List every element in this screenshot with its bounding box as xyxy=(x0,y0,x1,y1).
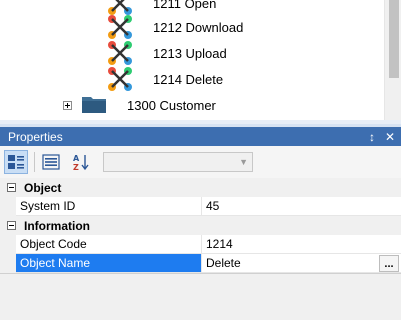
sort-az-button[interactable]: A Z xyxy=(69,150,93,174)
workflow-icon xyxy=(108,15,132,39)
object-tree[interactable]: 1211 Open 1212 Download 1213 Upload 1214… xyxy=(0,0,401,120)
workflow-icon xyxy=(108,67,132,91)
property-value[interactable]: Delete ... xyxy=(202,254,401,273)
expand-icon[interactable] xyxy=(63,101,72,110)
folder-icon xyxy=(82,97,106,113)
tree-folder-label: 1300 Customer xyxy=(127,97,216,113)
property-row-system-id[interactable]: System ID 45 xyxy=(0,197,401,216)
property-description-area xyxy=(0,273,401,320)
property-row-object-name[interactable]: Object Name Delete ... xyxy=(0,254,401,273)
alphabetical-view-button[interactable] xyxy=(39,150,63,174)
categorized-view-button[interactable] xyxy=(4,150,28,174)
tree-item-1212[interactable]: 1212 Download xyxy=(107,14,243,40)
toolbar-separator xyxy=(34,152,35,172)
categorized-view-icon xyxy=(8,155,24,169)
property-value-text: Delete xyxy=(206,256,241,270)
tree-item-1214[interactable]: 1214 Delete xyxy=(107,66,223,92)
svg-text:A: A xyxy=(73,154,80,163)
property-value[interactable]: 1214 xyxy=(202,235,401,254)
tree-item-label: 1211 Open xyxy=(153,0,217,11)
svg-text:Z: Z xyxy=(73,163,79,171)
property-value[interactable]: 45 xyxy=(202,197,401,216)
collapse-icon[interactable] xyxy=(4,181,18,195)
category-label: Object xyxy=(24,180,62,195)
property-name: Object Code xyxy=(16,235,202,254)
property-name: System ID xyxy=(16,197,202,216)
tree-item-label: 1213 Upload xyxy=(153,45,227,61)
object-selector-dropdown[interactable]: ▼ xyxy=(103,152,253,172)
tree-item-1213[interactable]: 1213 Upload xyxy=(107,40,227,66)
category-label: Information xyxy=(24,218,90,233)
category-object[interactable]: Object xyxy=(0,178,401,197)
sort-az-icon: A Z xyxy=(73,154,89,171)
chevron-down-icon: ▼ xyxy=(239,157,248,167)
property-name: Object Name xyxy=(16,254,202,273)
workflow-icon xyxy=(108,41,132,65)
tree-item-label: 1212 Download xyxy=(153,19,244,35)
properties-title: Properties xyxy=(8,129,63,144)
property-row-object-code[interactable]: Object Code 1214 xyxy=(0,235,401,254)
ellipsis-button[interactable]: ... xyxy=(379,255,399,272)
alphabetical-list-icon xyxy=(42,154,60,170)
properties-title-bar: Properties ↕ ✕ xyxy=(0,127,401,146)
tree-scrollbar[interactable] xyxy=(384,0,401,120)
close-icon[interactable]: ✕ xyxy=(383,130,397,144)
pin-icon[interactable]: ↕ xyxy=(365,130,379,144)
properties-toolbar: A Z ▼ xyxy=(0,146,401,178)
collapse-icon[interactable] xyxy=(4,219,18,233)
tree-folder-1300[interactable]: 1300 Customer xyxy=(127,92,216,118)
tree-item-label: 1214 Delete xyxy=(153,71,224,87)
scrollbar-thumb[interactable] xyxy=(389,0,399,78)
category-information[interactable]: Information xyxy=(0,216,401,235)
